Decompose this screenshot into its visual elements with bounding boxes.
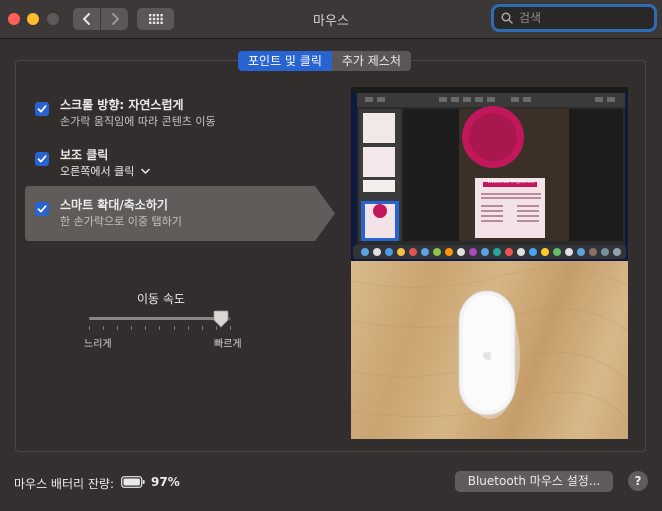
tracking-speed-slider[interactable] — [89, 317, 231, 320]
slider-min-label: 느리게 — [84, 339, 112, 350]
secondary-click-popup[interactable]: 오른쪽에서 클릭 — [60, 163, 150, 179]
battery-percent: 97% — [151, 475, 180, 489]
search-icon — [501, 12, 513, 24]
option-subtitle: 손가락 움직임에 따라 콘텐츠 이동 — [60, 115, 216, 128]
preview-screen: Hibiscus Popsicles — [351, 87, 628, 261]
option-title: 스크롤 방향: 자연스럽게 — [60, 98, 184, 112]
checkmark-icon — [37, 205, 47, 213]
tracking-speed-label: 이동 속도 — [137, 292, 185, 306]
option-subtitle: 한 손가락으로 이중 탭하기 — [60, 215, 182, 228]
option-title: 스마트 확대/축소하기 — [60, 198, 168, 212]
toolbar: 마우스 — [0, 0, 662, 39]
scroll-direction-checkbox[interactable] — [35, 102, 49, 116]
secondary-click-value: 오른쪽에서 클릭 — [60, 165, 135, 178]
checkmark-icon — [37, 105, 47, 113]
smart-zoom-checkbox[interactable] — [35, 202, 49, 216]
battery-level-label: 마우스 배터리 잔량: — [14, 477, 114, 491]
slider-knob[interactable] — [213, 310, 229, 328]
gesture-preview: Hibiscus Popsicles — [351, 87, 628, 439]
tab-point-and-click[interactable]: 포인트 및 클릭 — [238, 51, 332, 71]
help-button[interactable]: ? — [628, 471, 648, 491]
slider-max-label: 빠르게 — [214, 339, 242, 350]
preview-desktop-image — [351, 87, 628, 259]
preferences-window: 마우스 포인트 및 클릭 추가 제스처 스크롤 방향: 자연스럽게 손가락 움직… — [0, 0, 662, 511]
search-input[interactable] — [517, 10, 651, 26]
option-title: 보조 클릭 — [60, 148, 109, 162]
chevron-down-icon — [141, 168, 150, 174]
battery-icon — [121, 476, 145, 488]
tab-more-gestures[interactable]: 추가 제스처 — [331, 51, 411, 71]
slider-fill — [89, 317, 222, 320]
search-field[interactable] — [494, 7, 654, 29]
slider-ticks — [89, 326, 231, 332]
magic-mouse-image — [351, 267, 628, 422]
secondary-click-checkbox[interactable] — [35, 152, 49, 166]
preview-document-title: Hibiscus Popsicles — [487, 179, 535, 185]
bluetooth-mouse-setup-button[interactable]: Bluetooth 마우스 설정... — [455, 471, 613, 492]
checkmark-icon — [37, 155, 47, 163]
preview-desk — [351, 261, 628, 439]
tab-bar: 포인트 및 클릭 추가 제스처 — [238, 51, 411, 71]
